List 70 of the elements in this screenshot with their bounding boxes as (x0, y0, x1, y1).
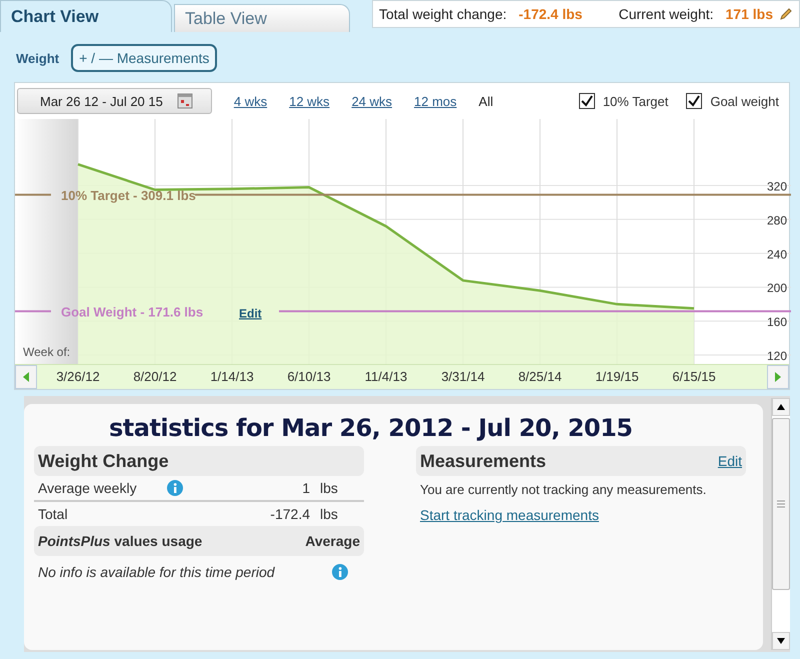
summary-label: Current weight: (618, 6, 714, 22)
reference-label: Goal Weight - 171.6 lbs (61, 304, 204, 320)
row-label: Average weekly (38, 480, 137, 496)
axis-label: 1/19/15 (595, 369, 639, 384)
axis-tick: 120 (767, 349, 788, 364)
right-arrow-icon (773, 371, 783, 383)
period-link[interactable]: 4 wks (234, 94, 268, 108)
axis-tick: 320 (767, 180, 788, 194)
period-link[interactable]: 12 mos (414, 94, 457, 108)
statistics-title: statistics for Mar 26, 2012 - Jul 20, 2015 (108, 414, 634, 442)
axis-label: 8/20/12 (133, 369, 177, 384)
period-link[interactable]: 12 wks (289, 94, 330, 108)
check-icon (688, 95, 700, 107)
checkbox[interactable] (686, 93, 702, 109)
edit-link[interactable]: Edit (239, 306, 262, 320)
period-link[interactable]: All (478, 94, 494, 108)
info-icon[interactable] (332, 564, 348, 580)
scrollbar[interactable] (771, 398, 790, 650)
row-value: 1 (302, 480, 310, 496)
tracking-link[interactable]: Start tracking measurements (420, 507, 599, 523)
measurements-text: You are currently not tracking any measurements. (419, 481, 708, 499)
calendar-icon (176, 93, 193, 109)
axis-label: 6/15/15 (672, 369, 716, 384)
header-text: Average (305, 533, 360, 549)
axis-tick: 160 (767, 315, 788, 330)
reference-line (15, 194, 51, 196)
info-note: No info is available for this time period (38, 564, 275, 580)
reference-label: 10% Target - 309.1 lbs (61, 188, 196, 203)
checkbox-label: 10% Target (602, 94, 668, 108)
row-label: Total (38, 506, 68, 522)
row-value: -172.4 (270, 506, 310, 522)
edit-link[interactable]: Edit (718, 453, 742, 469)
scroll-up-button[interactable] (772, 398, 790, 416)
left-arrow-icon (21, 371, 31, 383)
pencil-icon[interactable] (779, 7, 793, 21)
axis-caption: Week of: (23, 345, 70, 359)
section-label: Weight (16, 50, 60, 66)
tab[interactable]: Chart View (0, 0, 172, 32)
header-text: Measurements (420, 450, 546, 472)
axis-tick: 240 (767, 247, 788, 262)
section-header: Weight Change (34, 446, 364, 476)
axis-tick: 280 (767, 213, 788, 228)
scroll-left-button[interactable] (15, 365, 37, 389)
axis-label: 8/25/14 (518, 369, 562, 384)
measurements-button[interactable]: + / — Measurements (71, 44, 218, 72)
check-icon (580, 95, 593, 107)
scroll-down-button[interactable] (772, 632, 790, 650)
scroll-thumb[interactable] (772, 418, 790, 590)
checkbox[interactable] (578, 93, 595, 109)
axis-label: 3/26/12 (56, 369, 100, 384)
summary-label: Total weight change: (379, 6, 507, 22)
axis-tick: 200 (767, 281, 788, 296)
up-arrow-icon (777, 404, 785, 410)
row-unit: lbs (319, 506, 339, 522)
info-icon[interactable] (166, 480, 183, 496)
reference-line (15, 310, 51, 312)
summary-value: 171 lbs (726, 6, 773, 22)
period-link[interactable]: 24 wks (352, 94, 392, 108)
axis-label: 3/31/14 (441, 369, 485, 384)
tab[interactable]: Table View (174, 4, 350, 32)
axis-label: 1/14/13 (210, 369, 254, 384)
axis-label: 6/10/13 (287, 369, 331, 384)
summary-value: -172.4 lbs (518, 6, 582, 22)
checkbox-label: Goal weight (710, 94, 779, 108)
down-arrow-icon (777, 638, 785, 644)
row-unit: lbs (319, 480, 339, 496)
axis-label: 11/4/13 (364, 369, 408, 384)
scroll-right-button[interactable] (767, 365, 789, 389)
date-range-button[interactable]: Mar 26 12 - Jul 20 15 (17, 88, 212, 114)
header-text: PointsPlus values usage (38, 533, 202, 549)
